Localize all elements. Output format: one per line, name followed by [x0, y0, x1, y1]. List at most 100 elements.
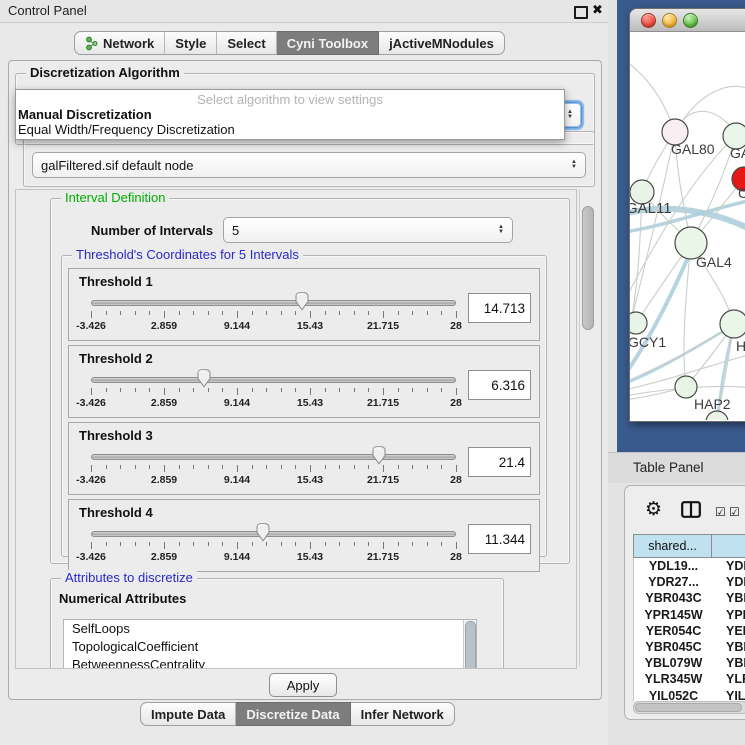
tick-mark	[412, 388, 413, 392]
table-row[interactable]: YBR045CYBR0	[634, 639, 745, 655]
interval-definition-group: Interval Definition Number of Intervals …	[50, 198, 570, 564]
tab-discretize-data[interactable]: Discretize Data	[236, 702, 350, 726]
tab-label: Select	[227, 36, 265, 51]
scrollbar-thumb[interactable]	[635, 703, 742, 712]
screen: { "window": {"title": "Control Panel"}, …	[0, 0, 745, 745]
checkbox-checked-icon[interactable]: ☑	[715, 505, 726, 519]
tick-mark	[135, 465, 136, 469]
scrollbar-thumb[interactable]	[582, 206, 594, 330]
tick-label: -3.426	[76, 551, 106, 563]
node-label: GAL80	[671, 141, 715, 157]
float-window-icon[interactable]	[574, 6, 588, 19]
threshold-row-threshold-3: Threshold 3-3.4262.8599.14415.4321.71528…	[68, 422, 540, 495]
tick-mark	[354, 388, 355, 392]
table-horizontal-scrollbar[interactable]	[633, 701, 745, 714]
cell-shared-name: YER054C	[634, 624, 713, 638]
tab-network[interactable]: Network	[74, 31, 165, 55]
tab-jactivemnodules[interactable]: jActiveMNodules	[379, 31, 505, 55]
table-row[interactable]: YLR345WYLR3	[634, 671, 745, 687]
threshold-value-field[interactable]: 14.713	[468, 293, 531, 323]
close-light-icon[interactable]	[641, 13, 656, 28]
threshold-value-field[interactable]: 21.4	[468, 447, 531, 477]
cell-shared-name: YBR043C	[634, 591, 713, 605]
threshold-row-threshold-4: Threshold 4-3.4262.8599.14415.4321.71528…	[68, 499, 540, 572]
table-row[interactable]: YDL19...YDL1	[634, 558, 745, 574]
tick-mark	[222, 542, 223, 546]
tick-label: -3.426	[76, 320, 106, 332]
slider-thumb[interactable]	[196, 369, 212, 388]
tick-mark	[179, 311, 180, 315]
slider-thumb[interactable]	[255, 523, 271, 542]
tick-label: 15.43	[297, 397, 323, 409]
tick-mark	[266, 311, 267, 315]
zoom-light-icon[interactable]	[683, 13, 698, 28]
tab-select[interactable]: Select	[217, 31, 276, 55]
network-node[interactable]	[675, 376, 697, 398]
threshold-value-field[interactable]: 6.316	[468, 370, 531, 400]
tick-label: 21.715	[367, 397, 399, 409]
table-row[interactable]: YPR145WYPR1	[634, 607, 745, 623]
cell-shared-name: YPR145W	[634, 608, 713, 622]
table-data-combo[interactable]: galFiltered.sif default node ▲▼	[32, 152, 586, 178]
attribute-item-betweennesscentrality[interactable]: BetweennessCentrality	[64, 656, 476, 669]
table-row[interactable]: YER054CYER0	[634, 623, 745, 639]
table-row[interactable]: YDR27...YDR2	[634, 574, 745, 590]
threshold-slider[interactable]: -3.4262.8599.14415.4321.71528	[91, 367, 456, 411]
slider-track	[91, 531, 456, 537]
tick-label: 9.144	[224, 551, 250, 563]
network-node[interactable]	[706, 411, 728, 420]
threshold-slider[interactable]: -3.4262.8599.14415.4321.71528	[91, 290, 456, 334]
checkbox-checked-icon[interactable]: ☑	[729, 505, 740, 519]
threshold-value-field[interactable]: 11.344	[468, 524, 531, 554]
close-icon[interactable]: ✖	[592, 2, 603, 18]
attribute-item-selfloops[interactable]: SelfLoops	[64, 620, 476, 638]
cyni-toolbox-panel: Discretization Algorithm Select algorith…	[8, 60, 602, 700]
tick-mark	[383, 311, 384, 318]
network-canvas[interactable]: GAL80GACGAL11GAL4GCY1HHAP2	[630, 32, 745, 420]
tick-mark	[252, 311, 253, 315]
table-row[interactable]: YBL079WYBL0	[634, 655, 745, 671]
attributes-scrollbar[interactable]	[463, 620, 476, 669]
gear-icon[interactable]: ⚙	[645, 498, 662, 521]
tick-label: 15.43	[297, 320, 323, 332]
table-body[interactable]: YDL19...YDL1YDR27...YDR2YBR043CYBR0YPR14…	[633, 558, 745, 701]
numerical-attributes-list[interactable]: SelfLoopsTopologicalCoefficientBetweenne…	[63, 619, 477, 669]
panel-scrollbar[interactable]	[579, 189, 595, 667]
table-row[interactable]: YBR043CYBR0	[634, 590, 745, 606]
tab-impute-data[interactable]: Impute Data	[140, 702, 236, 726]
cell-name: YER0	[713, 624, 745, 638]
network-edge	[630, 324, 734, 382]
tick-mark	[295, 465, 296, 469]
tick-mark	[179, 542, 180, 546]
tick-mark	[149, 465, 150, 469]
network-node[interactable]	[630, 312, 647, 334]
table-row[interactable]: YIL052CYIL0	[634, 688, 745, 702]
cell-name: YBR0	[713, 640, 745, 654]
tick-mark	[368, 311, 369, 315]
slider-thumb[interactable]	[371, 446, 387, 465]
tick-mark	[310, 311, 311, 318]
column-header-name[interactable]: na	[712, 535, 745, 557]
tick-mark	[354, 542, 355, 546]
columns-icon[interactable]	[681, 501, 701, 523]
algorithm-option-equal-width-frequency-discretization[interactable]: Equal Width/Frequency Discretization	[16, 122, 564, 137]
tab-style[interactable]: Style	[165, 31, 217, 55]
tick-mark	[106, 465, 107, 469]
tab-cyni-toolbox[interactable]: Cyni Toolbox	[277, 31, 379, 55]
network-node[interactable]	[720, 310, 745, 338]
threshold-slider[interactable]: -3.4262.8599.14415.4321.71528	[91, 444, 456, 488]
apply-button[interactable]: Apply	[269, 673, 337, 697]
tab-infer-network[interactable]: Infer Network	[351, 702, 455, 726]
column-header-shared-name[interactable]: shared...	[634, 535, 712, 557]
scrollbar-thumb[interactable]	[465, 621, 476, 669]
tick-mark	[281, 465, 282, 469]
tick-mark	[193, 388, 194, 392]
tick-label: 2.859	[151, 397, 177, 409]
minimize-light-icon[interactable]	[662, 13, 677, 28]
number-of-intervals-combo[interactable]: 5 ▲▼	[223, 217, 513, 243]
threshold-slider[interactable]: -3.4262.8599.14415.4321.71528	[91, 521, 456, 565]
attribute-item-topologicalcoefficient[interactable]: TopologicalCoefficient	[64, 638, 476, 656]
slider-thumb[interactable]	[294, 292, 310, 311]
algorithm-option-manual-discretization[interactable]: Manual Discretization	[16, 107, 564, 122]
popup-placeholder: Select algorithm to view settings	[16, 92, 564, 107]
